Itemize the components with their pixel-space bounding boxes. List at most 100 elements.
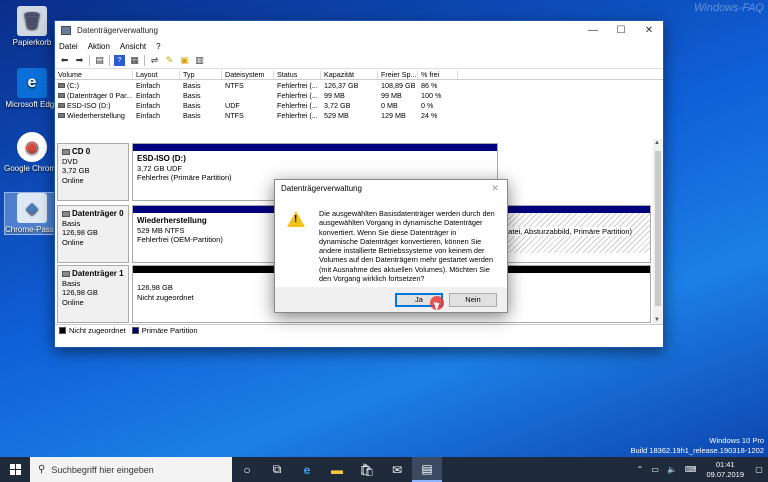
toolbar-divider xyxy=(109,55,110,66)
desktop-icon-edge[interactable]: e Microsoft Edge xyxy=(4,68,60,109)
cell-capacity: 126,37 GB xyxy=(324,80,359,90)
wizard-icon[interactable]: ✎ xyxy=(164,55,175,66)
table-row[interactable]: Wiederherstellung Einfach Basis NTFS Feh… xyxy=(55,110,663,120)
column-header-percent-free[interactable]: % frei xyxy=(418,69,458,79)
mail-icon[interactable]: ✉ xyxy=(382,457,412,482)
table-row[interactable]: (C:) Einfach Basis NTFS Fehlerfrei (... … xyxy=(55,80,663,90)
menu-datei[interactable]: Datei xyxy=(59,42,78,51)
partition-bar xyxy=(133,206,276,213)
cell-type: Basis xyxy=(183,90,201,100)
disk-type: Basis xyxy=(62,278,81,288)
cell-percent-free: 86 % xyxy=(421,80,438,90)
disk-label-disk0[interactable]: Datenträger 0 Basis 126,98 GB Online xyxy=(57,205,129,263)
file-explorer-icon[interactable]: ▬ xyxy=(322,457,352,482)
legend: Nicht zugeordnet Primäre Partition xyxy=(55,324,663,336)
partition-size: 126,98 GB xyxy=(137,283,173,292)
cell-type: Basis xyxy=(183,110,201,120)
disk-management-taskbar-icon[interactable]: ▤ xyxy=(412,457,442,482)
properties-icon[interactable]: ▦ xyxy=(129,55,140,66)
edge-icon: e xyxy=(17,68,47,98)
clock-time: 01:41 xyxy=(715,459,735,469)
menu-ansicht[interactable]: Ansicht xyxy=(120,42,146,51)
cell-volume: (Datenträger 0 Par... xyxy=(67,90,133,100)
cell-free-space: 129 MB xyxy=(381,110,406,120)
disk-label-disk1[interactable]: Datenträger 1 Basis 126,98 GB Online xyxy=(57,265,129,323)
no-button[interactable]: Nein xyxy=(449,292,497,307)
system-tray: ⌃ ▭ 🔈 ⌨ 01:41 09.07.2019 ▢ xyxy=(633,457,768,482)
vertical-scrollbar[interactable]: ▲ ▼ xyxy=(653,139,663,324)
column-header-type[interactable]: Typ xyxy=(180,69,222,79)
window-title: Datenträgerverwaltung xyxy=(77,25,158,35)
cell-status: Fehlerfrei (... xyxy=(277,90,318,100)
cell-free-space: 99 MB xyxy=(381,90,402,100)
title-bar: Datenträgerverwaltung — ☐ ✕ xyxy=(55,21,663,39)
build-number: Build 18362.19h1_release.190318-1202 xyxy=(630,446,764,455)
column-header-filesystem[interactable]: Dateisystem xyxy=(222,69,274,79)
cell-status: Fehlerfrei (... xyxy=(277,80,318,90)
watermark: Windows-FAQ xyxy=(694,2,764,14)
minimize-button[interactable]: — xyxy=(579,25,607,36)
partition-bar xyxy=(133,144,497,151)
cell-percent-free: 24 % xyxy=(421,110,438,120)
cell-type: Basis xyxy=(183,80,201,90)
table-row[interactable]: (Datenträger 0 Par... Einfach Basis Fehl… xyxy=(55,90,663,100)
partition-recovery[interactable]: Wiederherstellung 529 MB NTFS Fehlerfrei… xyxy=(132,205,277,263)
menu-aktion[interactable]: Aktion xyxy=(88,42,110,51)
build-info: Windows 10 Pro Build 18362.19h1_release.… xyxy=(631,436,764,456)
scroll-down-icon[interactable]: ▼ xyxy=(654,317,660,323)
dialog-close-button[interactable]: ✕ xyxy=(491,183,499,194)
back-icon[interactable]: ⬅ xyxy=(59,55,70,66)
taskbar: ⚲ Suchbegriff hier eingeben ○ ⧉ e ▬ 🛍 ✉ … xyxy=(0,457,768,482)
cell-free-space: 0 MB xyxy=(381,100,398,110)
column-header-status[interactable]: Status xyxy=(274,69,321,79)
desktop-icon-chrome[interactable]: ◉ Google Chrome xyxy=(4,132,60,173)
store-icon[interactable]: 🛍 xyxy=(352,457,382,482)
table-row[interactable]: ESD-ISO (D:) Einfach Basis UDF Fehlerfre… xyxy=(55,100,663,110)
disk-name: Datenträger 1 xyxy=(72,269,124,278)
toolbar-divider xyxy=(144,55,145,66)
cortana-icon[interactable]: ○ xyxy=(232,457,262,482)
disk-label-cd0[interactable]: CD 0 DVD 3,72 GB Online xyxy=(57,143,129,201)
toolbar-divider xyxy=(89,55,90,66)
task-view-icon[interactable]: ⧉ xyxy=(262,457,292,482)
chrome-icon: ◉ xyxy=(17,132,47,162)
maximize-button[interactable]: ☐ xyxy=(607,25,635,36)
close-button[interactable]: ✕ xyxy=(635,25,663,36)
scroll-up-icon[interactable]: ▲ xyxy=(654,140,660,146)
disk-status: Online xyxy=(62,237,84,247)
column-header-layout[interactable]: Layout xyxy=(133,69,180,79)
column-header-volume[interactable]: Volume xyxy=(55,69,133,79)
help-icon[interactable]: ? xyxy=(114,55,125,66)
disk-type: Basis xyxy=(62,218,81,228)
dialog-button-bar: Ja Nein xyxy=(275,287,507,312)
keyboard-icon[interactable]: ⌨ xyxy=(685,465,697,474)
cell-filesystem: NTFS xyxy=(225,80,244,90)
edge-taskbar-icon[interactable]: e xyxy=(292,457,322,482)
desktop-icon-recycle-bin[interactable]: 🗑 Papierkorb xyxy=(4,6,60,47)
column-header-capacity[interactable]: Kapazität xyxy=(321,69,378,79)
disk-type: DVD xyxy=(62,156,78,166)
disk-size: 126,98 GB xyxy=(62,288,98,297)
volume-icon[interactable]: 🔈 xyxy=(667,465,677,474)
menu-bar: Datei Aktion Ansicht ? xyxy=(55,39,663,53)
start-button[interactable] xyxy=(0,457,30,482)
scrollbar-thumb[interactable] xyxy=(655,151,661,306)
desktop-icon-chrome-passwords[interactable]: ◆ Chrome-Passwörter xyxy=(4,192,60,235)
taskbar-search-box[interactable]: ⚲ Suchbegriff hier eingeben xyxy=(30,457,232,482)
menu-help[interactable]: ? xyxy=(156,42,160,51)
cell-status: Fehlerfrei (... xyxy=(277,100,318,110)
chevron-up-icon[interactable]: ⌃ xyxy=(637,465,644,474)
search-icon: ⚲ xyxy=(38,464,46,475)
list-icon[interactable]: ▤ xyxy=(94,55,105,66)
refresh-icon[interactable]: ▣ xyxy=(179,55,190,66)
view-icon[interactable]: ▥ xyxy=(194,55,205,66)
connect-icon[interactable]: ⇌ xyxy=(149,55,160,66)
clock-date: 09.07.2019 xyxy=(706,469,744,479)
notification-center-icon[interactable]: ▢ xyxy=(750,465,768,474)
clock[interactable]: 01:41 09.07.2019 xyxy=(706,460,744,480)
volume-icon xyxy=(58,83,65,89)
desktop-icon-label: Papierkorb xyxy=(12,38,52,47)
network-icon[interactable]: ▭ xyxy=(651,465,659,474)
forward-icon[interactable]: ➡ xyxy=(74,55,85,66)
column-header-free-space[interactable]: Freier Sp... xyxy=(378,69,418,79)
